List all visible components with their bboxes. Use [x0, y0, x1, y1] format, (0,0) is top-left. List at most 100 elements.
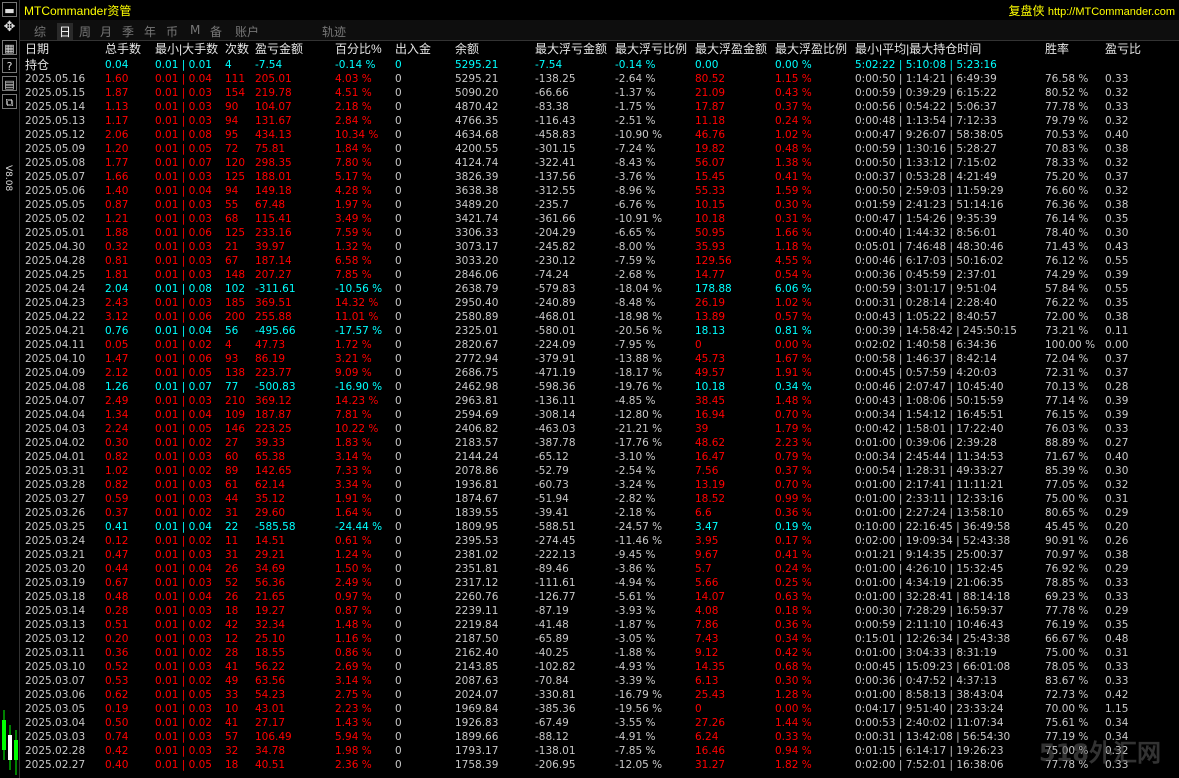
- table-row[interactable]: 2025.05.07 1.66 0.01 | 0.03 125 188.01 5.17 %…: [20, 170, 1179, 184]
- column-header[interactable]: 总手数: [105, 42, 141, 56]
- column-header[interactable]: 次数: [225, 42, 249, 56]
- table-cell: 1.17: [105, 115, 129, 127]
- tab-2[interactable]: 周: [79, 23, 91, 40]
- column-header[interactable]: 最大浮亏金额: [535, 42, 607, 56]
- grid-icon[interactable]: ▦: [2, 40, 17, 55]
- table-row[interactable]: 2025.05.06 1.40 0.01 | 0.04 94 149.18 4.28 % 0…: [20, 184, 1179, 198]
- table-row[interactable]: 2025.03.06 0.62 0.01 | 0.05 33 54.23 2.75 % 0 2…: [20, 688, 1179, 702]
- table-cell: 2025.03.04: [25, 717, 86, 729]
- table-row[interactable]: 2025.05.08 1.77 0.01 | 0.07 120 298.35 7.80 %…: [20, 156, 1179, 170]
- table-row[interactable]: 2025.05.09 1.20 0.01 | 0.05 72 75.81 1.84 % 0 4…: [20, 142, 1179, 156]
- column-header[interactable]: 最大浮盈金额: [695, 42, 767, 56]
- brand-url[interactable]: http://MTCommander.com: [1048, 6, 1175, 18]
- table-cell: 19.82: [695, 143, 726, 155]
- table-row[interactable]: 2025.04.04 1.34 0.01 | 0.04 109 187.87 7.81 %…: [20, 408, 1179, 422]
- table-cell: 0:01:21 | 9:14:35 | 25:00:37: [855, 549, 1004, 561]
- table-row[interactable]: 2025.05.14 1.13 0.01 | 0.03 90 104.07 2.18 % 0…: [20, 100, 1179, 114]
- column-header[interactable]: 胜率: [1045, 42, 1069, 56]
- window-icon[interactable]: ⧉: [2, 94, 17, 109]
- table-cell: 0: [395, 703, 402, 715]
- table-cell: -8.43 %: [615, 157, 656, 169]
- table-row[interactable]: 2025.03.10 0.52 0.01 | 0.03 41 56.22 2.69 % 0 2…: [20, 660, 1179, 674]
- table-row[interactable]: 持仓 0.04 0.01 | 0.01 4 -7.54 -0.14 % 0 5295.21 -7…: [20, 58, 1179, 72]
- table-row[interactable]: 2025.03.25 0.41 0.01 | 0.04 22 -585.58 -24.44…: [20, 520, 1179, 534]
- table-row[interactable]: 2025.03.11 0.36 0.01 | 0.02 28 18.55 0.86 % 0 2…: [20, 646, 1179, 660]
- table-row[interactable]: 2025.04.23 2.43 0.01 | 0.03 185 369.51 14.32 …: [20, 296, 1179, 310]
- table-row[interactable]: 2025.03.28 0.82 0.01 | 0.03 61 62.14 3.34 % 0 1…: [20, 478, 1179, 492]
- column-header[interactable]: 盈亏金额: [255, 42, 303, 56]
- table-cell: 0.01 | 0.04: [155, 73, 212, 85]
- column-header[interactable]: 最小|平均|最大持仓时间: [855, 42, 981, 56]
- tab-8[interactable]: 备: [210, 23, 222, 40]
- table-row[interactable]: 2025.03.03 0.74 0.01 | 0.03 57 106.49 5.94 % 0…: [20, 730, 1179, 744]
- tab-9[interactable]: 账户: [235, 23, 259, 40]
- table-row[interactable]: 2025.03.05 0.19 0.01 | 0.03 10 43.01 2.23 % 0 1…: [20, 702, 1179, 716]
- table-row[interactable]: 2025.03.27 0.59 0.01 | 0.03 44 35.12 1.91 % 0 1…: [20, 492, 1179, 506]
- table-row[interactable]: 2025.02.28 0.42 0.01 | 0.03 32 34.78 1.98 % 0 1…: [20, 744, 1179, 758]
- tab-0[interactable]: 综: [34, 23, 46, 40]
- table-row[interactable]: 2025.03.14 0.28 0.01 | 0.03 18 19.27 0.87 % 0 2…: [20, 604, 1179, 618]
- column-header[interactable]: 日期: [25, 42, 49, 56]
- table-row[interactable]: 2025.03.26 0.37 0.01 | 0.02 31 29.60 1.64 % 0 1…: [20, 506, 1179, 520]
- table-row[interactable]: 2025.04.30 0.32 0.01 | 0.03 21 39.97 1.32 % 0 3…: [20, 240, 1179, 254]
- table-row[interactable]: 2025.04.11 0.05 0.01 | 0.02 4 47.73 1.72 % 0 28…: [20, 338, 1179, 352]
- table-cell: 2025.03.25: [25, 521, 86, 533]
- column-header[interactable]: 百分比%: [335, 42, 382, 56]
- table-row[interactable]: 2025.03.19 0.67 0.01 | 0.03 52 56.36 2.49 % 0 2…: [20, 576, 1179, 590]
- column-header[interactable]: 最大浮亏比例: [615, 42, 687, 56]
- table-row[interactable]: 2025.05.01 1.88 0.01 | 0.06 125 233.16 7.59 %…: [20, 226, 1179, 240]
- table-row[interactable]: 2025.03.13 0.51 0.01 | 0.02 42 32.34 1.48 % 0 2…: [20, 618, 1179, 632]
- column-header[interactable]: 出入金: [395, 42, 431, 56]
- table-row[interactable]: 2025.04.22 3.12 0.01 | 0.06 200 255.88 11.01 …: [20, 310, 1179, 324]
- table-cell: -1.87 %: [615, 619, 656, 631]
- table-row[interactable]: 2025.04.08 1.26 0.01 | 0.07 77 -500.83 -16.90…: [20, 380, 1179, 394]
- report-icon[interactable]: ▤: [2, 76, 17, 91]
- table-row[interactable]: 2025.05.13 1.17 0.01 | 0.03 94 131.67 2.84 % 0…: [20, 114, 1179, 128]
- help-icon[interactable]: ?: [2, 58, 17, 73]
- minimize-icon[interactable]: ▬: [2, 2, 17, 17]
- table-cell: 39.97: [255, 241, 286, 253]
- table-row[interactable]: 2025.04.03 2.24 0.01 | 0.05 146 223.25 10.22 …: [20, 422, 1179, 436]
- tab-7[interactable]: M: [190, 23, 200, 37]
- table-row[interactable]: 2025.04.25 1.81 0.01 | 0.03 148 207.27 7.85 %…: [20, 268, 1179, 282]
- table-row[interactable]: 2025.05.16 1.60 0.01 | 0.04 111 205.01 4.03 %…: [20, 72, 1179, 86]
- brand[interactable]: 复盘侠 http://MTCommander.com: [1008, 2, 1175, 19]
- table-row[interactable]: 2025.04.28 0.81 0.01 | 0.03 67 187.14 6.58 % 0…: [20, 254, 1179, 268]
- table-row[interactable]: 2025.02.27 0.40 0.01 | 0.05 18 40.51 2.36 % 0 1…: [20, 758, 1179, 772]
- move-icon[interactable]: ✥: [2, 20, 17, 35]
- table-row[interactable]: 2025.04.07 2.49 0.01 | 0.03 210 369.12 14.23 …: [20, 394, 1179, 408]
- table-row[interactable]: 2025.03.12 0.20 0.01 | 0.03 12 25.10 1.16 % 0 2…: [20, 632, 1179, 646]
- table-cell: 0.33: [1105, 577, 1129, 589]
- table-row[interactable]: 2025.03.20 0.44 0.01 | 0.04 26 34.69 1.50 % 0 2…: [20, 562, 1179, 576]
- tab-10[interactable]: 轨迹: [322, 23, 346, 40]
- table-cell: 2025.04.11: [25, 339, 86, 351]
- tab-6[interactable]: 币: [166, 23, 178, 40]
- table-cell: 0.57 %: [775, 311, 812, 323]
- table-row[interactable]: 2025.05.02 1.21 0.01 | 0.03 68 115.41 3.49 % 0…: [20, 212, 1179, 226]
- table-row[interactable]: 2025.04.21 0.76 0.01 | 0.04 56 -495.66 -17.57…: [20, 324, 1179, 338]
- table-row[interactable]: 2025.03.24 0.12 0.01 | 0.02 11 14.51 0.61 % 0 2…: [20, 534, 1179, 548]
- table-row[interactable]: 2025.04.24 2.04 0.01 | 0.08 102 -311.61 -10.5…: [20, 282, 1179, 296]
- table-cell: 2025.04.28: [25, 255, 86, 267]
- table-row[interactable]: 2025.03.21 0.47 0.01 | 0.03 31 29.21 1.24 % 0 2…: [20, 548, 1179, 562]
- column-header[interactable]: 最小|大手数: [155, 42, 218, 56]
- table-row[interactable]: 2025.04.01 0.82 0.01 | 0.03 60 65.38 3.14 % 0 2…: [20, 450, 1179, 464]
- tab-3[interactable]: 月: [100, 23, 112, 40]
- table-row[interactable]: 2025.05.12 2.06 0.01 | 0.08 95 434.13 10.34 %…: [20, 128, 1179, 142]
- tab-1[interactable]: 日: [57, 23, 74, 40]
- table-cell: 0.33: [1105, 423, 1129, 435]
- table-row[interactable]: 2025.04.09 2.12 0.01 | 0.05 138 223.77 9.09 %…: [20, 366, 1179, 380]
- table-row[interactable]: 2025.04.02 0.30 0.01 | 0.02 27 39.33 1.83 % 0 2…: [20, 436, 1179, 450]
- table-row[interactable]: 2025.05.05 0.87 0.01 | 0.03 55 67.48 1.97 % 0 3…: [20, 198, 1179, 212]
- tab-4[interactable]: 季: [122, 23, 134, 40]
- tab-5[interactable]: 年: [144, 23, 156, 40]
- table-row[interactable]: 2025.03.31 1.02 0.01 | 0.02 89 142.65 7.33 % 0…: [20, 464, 1179, 478]
- column-header[interactable]: 盈亏比: [1105, 42, 1141, 56]
- table-row[interactable]: 2025.05.15 1.87 0.01 | 0.03 154 219.78 4.51 %…: [20, 86, 1179, 100]
- table-row[interactable]: 2025.04.10 1.47 0.01 | 0.06 93 86.19 3.21 % 0 2…: [20, 352, 1179, 366]
- table-row[interactable]: 2025.03.18 0.48 0.01 | 0.04 26 21.65 0.97 % 0 2…: [20, 590, 1179, 604]
- table-row[interactable]: 2025.03.04 0.50 0.01 | 0.02 41 27.17 1.43 % 0 1…: [20, 716, 1179, 730]
- table-row[interactable]: 2025.03.07 0.53 0.01 | 0.02 49 63.56 3.14 % 0 2…: [20, 674, 1179, 688]
- column-header[interactable]: 最大浮盈比例: [775, 42, 847, 56]
- column-header[interactable]: 余额: [455, 42, 479, 56]
